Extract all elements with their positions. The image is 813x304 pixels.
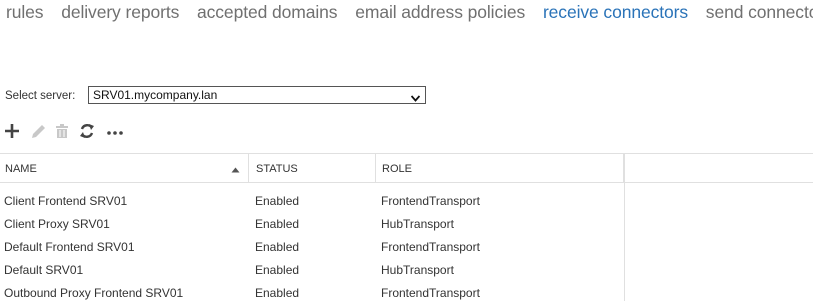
- table-header: NAME STATUS ROLE: [0, 153, 813, 183]
- cell-name: Default SRV01: [4, 263, 84, 277]
- cell-name: Default Frontend SRV01: [4, 240, 135, 254]
- cell-status: Enabled: [255, 286, 300, 300]
- table-row[interactable]: Default Frontend SRV01 Enabled FrontendT…: [0, 235, 813, 258]
- cell-status: Enabled: [255, 217, 300, 231]
- cell-status: Enabled: [255, 194, 300, 208]
- cell-role: HubTransport: [381, 263, 454, 277]
- column-header-role[interactable]: ROLE: [376, 154, 624, 182]
- tab-receive-connectors[interactable]: receive connectors: [543, 2, 688, 23]
- cell-role: FrontendTransport: [381, 194, 480, 208]
- more-icon[interactable]: [106, 121, 124, 141]
- cell-name: Client Frontend SRV01: [4, 194, 128, 208]
- server-select-value: SRV01.mycompany.lan: [93, 88, 218, 102]
- table-row[interactable]: Client Frontend SRV01 Enabled FrontendTr…: [0, 189, 813, 212]
- cell-name: Outbound Proxy Frontend SRV01: [4, 286, 184, 300]
- select-server-label: Select server:: [5, 90, 76, 102]
- tab-rules[interactable]: rules: [6, 2, 44, 23]
- cell-role: HubTransport: [381, 217, 454, 231]
- table-row[interactable]: Client Proxy SRV01 Enabled HubTransport: [0, 212, 813, 235]
- sort-ascending-icon: [231, 164, 240, 176]
- add-icon[interactable]: [4, 121, 22, 141]
- nav-tabs: rules delivery reports accepted domains …: [6, 2, 813, 23]
- tab-accepted-domains[interactable]: accepted domains: [197, 2, 338, 23]
- cell-status: Enabled: [255, 263, 300, 277]
- cell-role: FrontendTransport: [381, 240, 480, 254]
- refresh-icon[interactable]: [79, 121, 97, 141]
- tab-delivery-reports[interactable]: delivery reports: [61, 2, 179, 23]
- table-row[interactable]: Default SRV01 Enabled HubTransport: [0, 258, 813, 281]
- delete-icon[interactable]: [54, 121, 72, 141]
- server-select[interactable]: SRV01.mycompany.lan: [88, 86, 426, 104]
- cell-role: FrontendTransport: [381, 286, 480, 300]
- tab-send-connectors[interactable]: send connectors: [706, 2, 813, 23]
- chevron-down-icon: [410, 91, 421, 105]
- column-header-name[interactable]: NAME: [0, 154, 249, 182]
- edit-icon[interactable]: [30, 121, 48, 141]
- cell-status: Enabled: [255, 240, 300, 254]
- column-header-status[interactable]: STATUS: [249, 154, 376, 182]
- cell-name: Client Proxy SRV01: [4, 217, 110, 231]
- tab-email-address-policies[interactable]: email address policies: [355, 2, 525, 23]
